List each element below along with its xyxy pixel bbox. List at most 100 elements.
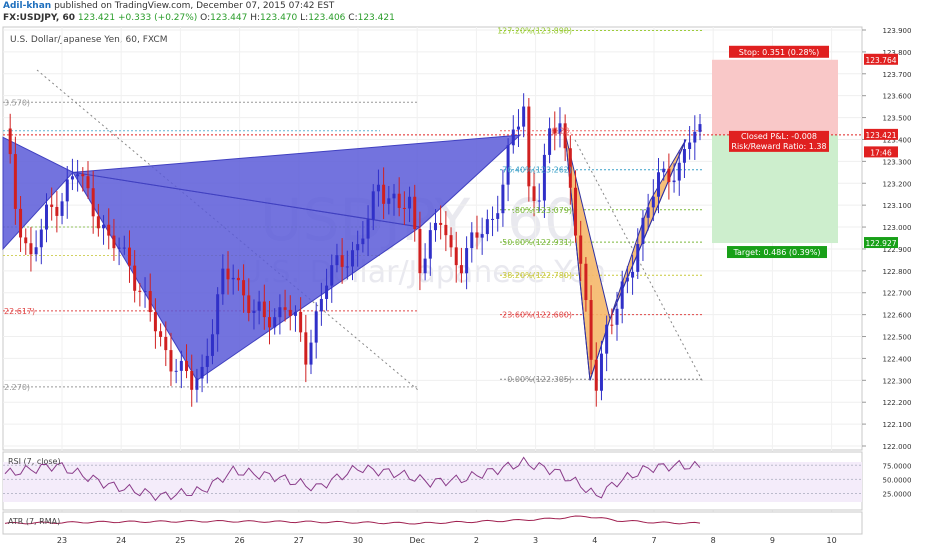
candle-body bbox=[262, 301, 266, 318]
candle-body bbox=[190, 371, 194, 390]
candle-body bbox=[677, 162, 681, 181]
candle-body bbox=[221, 268, 225, 295]
time-tick-label: 3 bbox=[533, 536, 538, 545]
candle-body bbox=[91, 188, 95, 217]
candle-body bbox=[465, 248, 469, 274]
candle-body bbox=[688, 142, 692, 149]
target-price-flag: 122.927 bbox=[865, 239, 896, 248]
fib-label: 38.20%(122.780) bbox=[502, 271, 572, 280]
candle-body bbox=[76, 174, 80, 177]
candle-body bbox=[81, 174, 85, 177]
candle-body bbox=[392, 193, 396, 199]
candle-body bbox=[164, 336, 168, 351]
candle-body bbox=[693, 131, 697, 143]
target-label: Target: 0.486 (0.39%) bbox=[732, 248, 820, 257]
candle-body bbox=[667, 168, 671, 183]
candle-body bbox=[439, 222, 443, 225]
candle-body bbox=[133, 265, 137, 291]
candle-body bbox=[13, 154, 17, 209]
candle-body bbox=[273, 317, 277, 328]
candle-body bbox=[309, 342, 313, 365]
candle-body bbox=[574, 187, 578, 236]
candle-body bbox=[682, 148, 686, 163]
chart-title: U.S. Dollar/Japanese Yen, 60, FXCM bbox=[10, 35, 167, 45]
candle-body bbox=[293, 311, 297, 316]
candle-body bbox=[610, 324, 614, 326]
candle-body bbox=[216, 294, 220, 335]
candle-body bbox=[589, 300, 593, 360]
candle-body bbox=[646, 207, 650, 218]
candle-body bbox=[376, 184, 380, 192]
candle-body bbox=[662, 168, 666, 173]
price-tick-label: 122.200 bbox=[883, 399, 912, 407]
stop-zone bbox=[712, 59, 838, 135]
left-fib-label: 2.270) bbox=[4, 383, 30, 392]
candle-body bbox=[96, 216, 100, 229]
price-tick-label: 123.300 bbox=[883, 158, 912, 166]
candle-body bbox=[335, 255, 339, 266]
candle-body bbox=[584, 263, 588, 301]
candle-body bbox=[330, 265, 334, 286]
rsi-tick-label: 50.0000 bbox=[883, 476, 912, 484]
time-tick-label: 26 bbox=[235, 536, 245, 545]
candle-body bbox=[127, 247, 131, 266]
candle-body bbox=[304, 332, 308, 365]
candle-body bbox=[8, 128, 12, 155]
candle-body bbox=[636, 244, 640, 272]
candle-body bbox=[70, 176, 74, 180]
candle-body bbox=[210, 334, 214, 356]
time-tick-label: 7 bbox=[651, 536, 656, 545]
candle-body bbox=[205, 355, 209, 367]
candle-body bbox=[594, 359, 598, 391]
candle-body bbox=[283, 307, 287, 310]
candle-body bbox=[470, 232, 474, 249]
candle-body bbox=[86, 176, 90, 189]
price-tick-label: 122.300 bbox=[883, 377, 912, 385]
fib-label: 50.00%(122.931) bbox=[502, 238, 572, 247]
price-axis: 123.900123.800123.700123.600123.500123.4… bbox=[862, 27, 911, 451]
candle-body bbox=[657, 172, 661, 197]
candle-body bbox=[236, 277, 240, 281]
candle-body bbox=[537, 200, 541, 202]
closed-pnl-label: Closed P&L: -0.008 bbox=[741, 132, 817, 141]
price-tick-label: 123.000 bbox=[883, 224, 912, 232]
candle-body bbox=[418, 228, 422, 274]
tradingview-chart-snapshot: Adil-khan published on TradingView.com, … bbox=[0, 0, 932, 550]
price-tick-label: 123.600 bbox=[883, 93, 912, 101]
candle-body bbox=[226, 268, 230, 280]
time-tick-label: 8 bbox=[711, 536, 716, 545]
time-tick-label: 24 bbox=[116, 536, 126, 545]
candle-body bbox=[620, 281, 624, 309]
candle-body bbox=[195, 378, 199, 390]
candle-body bbox=[24, 237, 28, 244]
candle-body bbox=[402, 207, 406, 209]
candle-body bbox=[459, 265, 463, 274]
fib-label: 0.00%(122.305) bbox=[507, 375, 572, 384]
candle-body bbox=[179, 360, 183, 371]
candle-body bbox=[314, 311, 318, 343]
candle-body bbox=[288, 309, 292, 316]
candle-body bbox=[117, 247, 121, 249]
candle-body bbox=[257, 301, 261, 311]
stop-price-flag: 123.764 bbox=[865, 56, 896, 65]
candle-body bbox=[247, 295, 251, 313]
time-tick-label: 30 bbox=[353, 536, 363, 545]
left-fib-label: 3.570) bbox=[4, 98, 30, 107]
rsi-tick-label: 75.0000 bbox=[883, 462, 912, 470]
candle-body bbox=[102, 224, 106, 229]
candle-body bbox=[242, 280, 246, 296]
fib-label: 76.40%(123.262) bbox=[502, 166, 572, 175]
candle-body bbox=[516, 126, 520, 130]
candle-body bbox=[397, 193, 401, 208]
candle-body bbox=[382, 184, 386, 204]
price-tick-label: 122.800 bbox=[883, 268, 912, 276]
candle-body bbox=[55, 206, 59, 216]
candle-body bbox=[148, 291, 152, 313]
candle-body bbox=[19, 208, 23, 238]
time-tick-label: 10 bbox=[827, 536, 837, 545]
candle-body bbox=[29, 243, 33, 255]
candle-body bbox=[387, 198, 391, 204]
fib-label: 127.20%(123.898) bbox=[497, 26, 572, 35]
candle-body bbox=[231, 277, 235, 280]
chart-canvas[interactable]: USDJPY, 60 U.S. Dollar/Japanese Yen U.S.… bbox=[0, 0, 932, 550]
